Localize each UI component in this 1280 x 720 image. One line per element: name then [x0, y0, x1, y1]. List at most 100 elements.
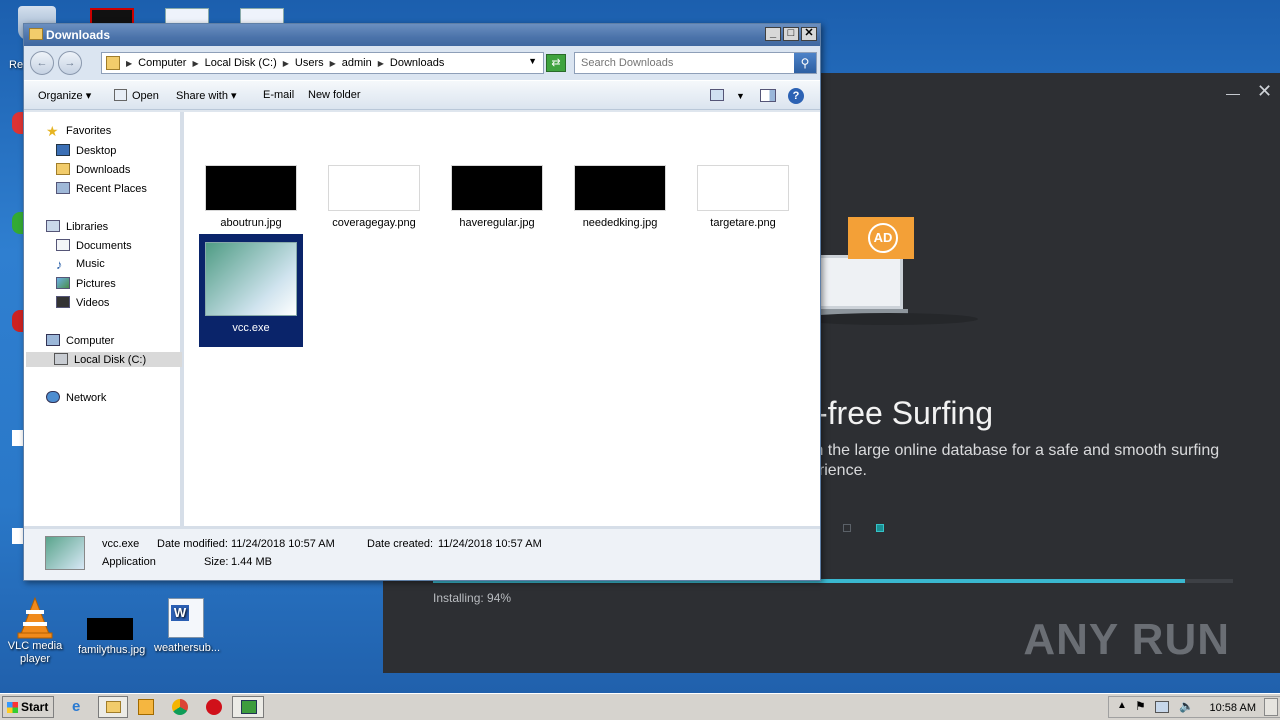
- nav-computer[interactable]: Computer: [44, 333, 116, 348]
- installer-minimize-button[interactable]: —: [1226, 85, 1240, 101]
- email-button[interactable]: E-mail: [263, 89, 294, 101]
- breadcrumb-local-disk[interactable]: Local Disk (C:): [205, 57, 277, 70]
- change-view-icon[interactable]: [710, 89, 724, 101]
- detail-size-value: 1.44 MB: [231, 556, 272, 568]
- vlc-cone-icon: [15, 596, 55, 639]
- nav-favorites[interactable]: ★ Favorites: [44, 124, 113, 139]
- image-thumbnail: [451, 165, 543, 211]
- file-list: aboutrun.jpg coveragegay.png haveregular…: [184, 112, 820, 526]
- volume-icon[interactable]: 🔈: [1179, 699, 1194, 713]
- word-document-icon: W: [168, 598, 204, 638]
- network-icon: [46, 391, 60, 403]
- desktop-icon-vlc[interactable]: VLC media player: [3, 596, 67, 666]
- help-icon[interactable]: ?: [788, 88, 804, 104]
- music-icon: ♪: [56, 257, 63, 272]
- file-item[interactable]: haveregular.jpg: [445, 165, 549, 229]
- explorer-taskbar-icon[interactable]: [98, 696, 128, 718]
- nav-local-disk[interactable]: Local Disk (C:): [26, 352, 182, 367]
- nav-label: Music: [76, 258, 105, 270]
- detail-modified-label: Date modified:: [157, 538, 228, 550]
- nav-recent-places[interactable]: Recent Places: [54, 181, 149, 196]
- documents-icon: [56, 239, 70, 251]
- chrome-icon[interactable]: [172, 699, 188, 715]
- detail-modified-value: 11/24/2018 10:57 AM: [231, 538, 335, 550]
- address-bar[interactable]: ▶ Computer ▶ Local Disk (C:) ▶ Users ▶ a…: [101, 52, 544, 74]
- opera-icon[interactable]: [206, 699, 222, 715]
- action-center-flag-icon[interactable]: ⚑: [1135, 699, 1146, 713]
- media-player-icon[interactable]: [138, 699, 154, 715]
- nav-videos[interactable]: Videos: [54, 295, 111, 310]
- nav-label: Desktop: [76, 145, 117, 157]
- pictures-icon: [56, 277, 70, 289]
- breadcrumb-admin[interactable]: admin: [342, 57, 372, 70]
- file-name: vcc.exe: [232, 322, 270, 334]
- detail-size-label: Size:: [204, 556, 229, 568]
- internet-explorer-icon[interactable]: e: [72, 698, 92, 716]
- minimize-button[interactable]: _: [765, 27, 781, 41]
- file-item[interactable]: neededking.jpg: [568, 165, 672, 229]
- laptop-shadow: [798, 313, 978, 325]
- title-bar[interactable]: Downloads _ □ ✕: [24, 24, 820, 46]
- nav-documents[interactable]: Documents: [54, 238, 134, 253]
- clock[interactable]: 10:58 AM: [1210, 702, 1256, 714]
- refresh-icon[interactable]: ⇄: [546, 54, 566, 72]
- maximize-button[interactable]: □: [783, 27, 799, 41]
- file-name: coveragegay.png: [332, 217, 416, 229]
- explorer-body: ★ Favorites Desktop Downloads Recent Plac…: [24, 112, 820, 526]
- downloads-folder-icon: [56, 163, 70, 175]
- network-tray-icon[interactable]: [1155, 701, 1169, 713]
- start-button[interactable]: Start: [2, 696, 54, 718]
- preview-pane-icon[interactable]: [760, 89, 776, 102]
- detail-created-value: 11/24/2018 10:57 AM: [438, 538, 542, 550]
- back-button[interactable]: ←: [30, 51, 54, 75]
- tray-expand-icon[interactable]: ▲: [1117, 700, 1127, 711]
- share-with-button[interactable]: Share with ▾: [176, 89, 237, 102]
- installer-close-button[interactable]: ✕: [1257, 81, 1272, 102]
- nav-music[interactable]: ♪ Music: [54, 257, 107, 272]
- navigation-bar: ← → ▶ Computer ▶ Local Disk (C:) ▶ Users…: [24, 46, 820, 80]
- view-dropdown-icon[interactable]: ▼: [736, 91, 745, 101]
- system-tray: ▲ ⚑ 🔈 10:58 AM: [1108, 696, 1280, 718]
- folder-icon: [29, 28, 43, 40]
- detail-file-name: vcc.exe: [102, 538, 140, 550]
- desktop-icon-familythus[interactable]: familythus.jpg: [78, 610, 145, 656]
- nav-downloads[interactable]: Downloads: [54, 162, 132, 177]
- show-desktop-button[interactable]: [1264, 698, 1278, 716]
- file-item[interactable]: aboutrun.jpg: [199, 165, 303, 229]
- open-button[interactable]: Open: [114, 89, 159, 102]
- desktop-partial-label: Re: [9, 59, 24, 71]
- breadcrumb-downloads[interactable]: Downloads: [390, 57, 444, 70]
- application-icon: [45, 536, 85, 570]
- search-input[interactable]: [575, 53, 790, 73]
- file-name: neededking.jpg: [582, 217, 658, 229]
- carousel-dot-active[interactable]: [876, 524, 885, 532]
- file-item-selected[interactable]: vcc.exe: [199, 234, 303, 347]
- file-item[interactable]: targetare.png: [691, 165, 795, 229]
- organize-button[interactable]: Organize ▾: [38, 89, 91, 102]
- nav-desktop[interactable]: Desktop: [54, 143, 118, 158]
- no-ads-icon: AD: [868, 223, 898, 253]
- explorer-window: Downloads _ □ ✕ ← → ▶ Computer ▶ Local D…: [23, 23, 821, 581]
- file-name: haveregular.jpg: [459, 217, 535, 229]
- installer-taskbar-icon[interactable]: [232, 696, 264, 718]
- star-icon: ★: [46, 123, 59, 139]
- file-name: aboutrun.jpg: [220, 217, 282, 229]
- nav-libraries[interactable]: Libraries: [44, 219, 110, 234]
- breadcrumb-users[interactable]: Users: [295, 57, 324, 70]
- image-thumbnail: [574, 165, 666, 211]
- forward-button[interactable]: →: [58, 51, 82, 75]
- address-dropdown-icon[interactable]: ▼: [528, 56, 537, 66]
- carousel-dots: [843, 523, 906, 535]
- desktop-icon-weathersub[interactable]: W weathersub...: [154, 598, 220, 654]
- nav-network[interactable]: Network: [44, 390, 108, 405]
- close-button[interactable]: ✕: [801, 27, 817, 41]
- file-item[interactable]: coveragegay.png: [322, 165, 426, 229]
- nav-pictures[interactable]: Pictures: [54, 276, 118, 291]
- search-icon[interactable]: ⚲: [794, 53, 816, 73]
- detail-file-type: Application: [102, 556, 156, 568]
- desktop-icon-label: VLC media player: [7, 640, 63, 665]
- carousel-dot[interactable]: [843, 524, 851, 532]
- breadcrumb-computer[interactable]: Computer: [138, 57, 186, 70]
- new-folder-button[interactable]: New folder: [308, 89, 361, 101]
- nav-label: Videos: [76, 297, 110, 309]
